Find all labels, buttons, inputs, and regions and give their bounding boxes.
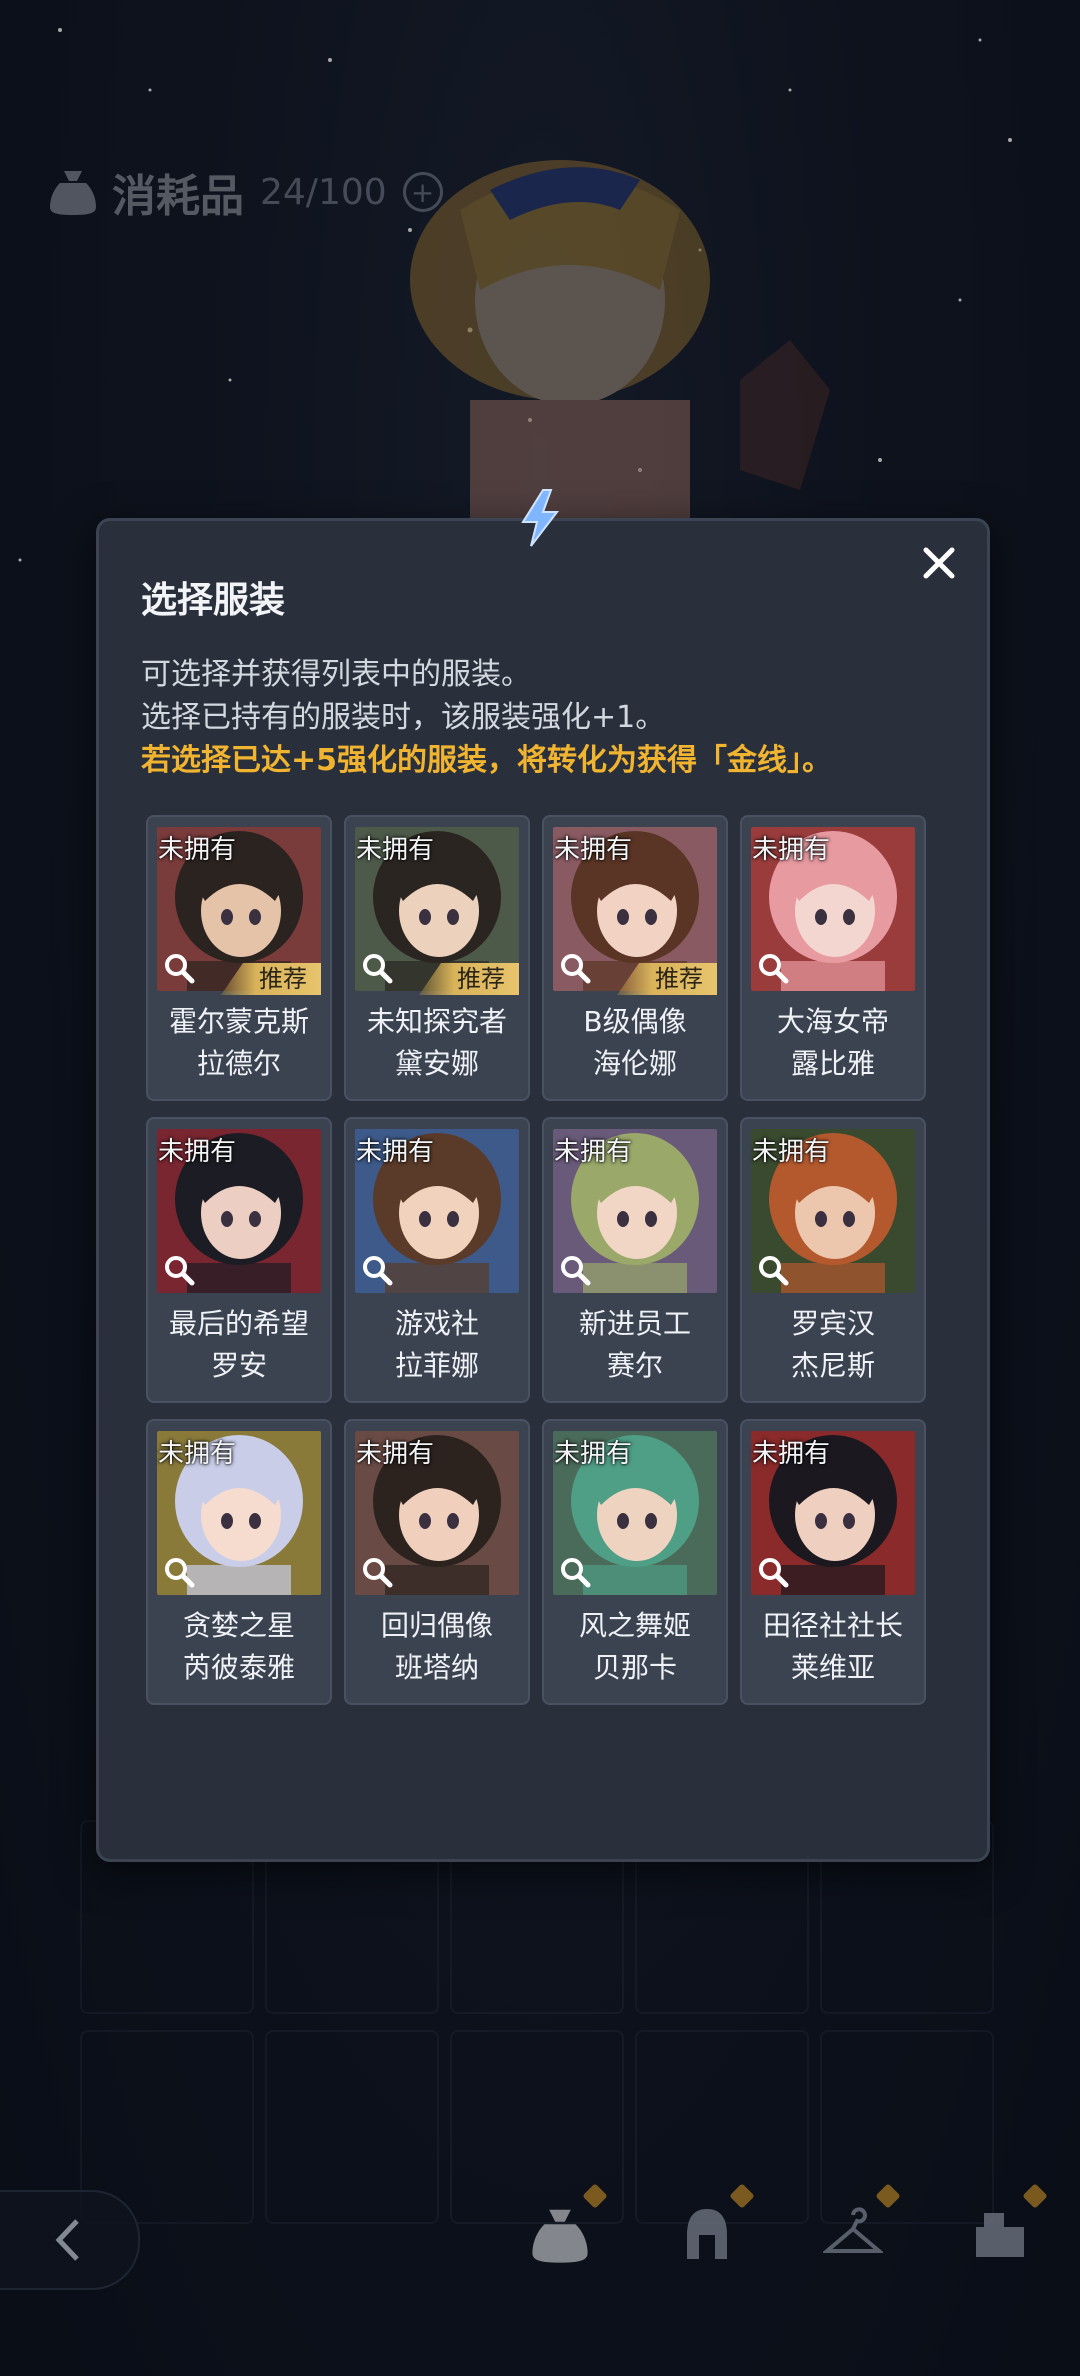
costume-name: 回归偶像 班塔纳 [346, 1605, 528, 1689]
description-highlight: 若选择已达+5强化的服装，将转化为获得「金线」。 [141, 743, 833, 778]
select-costume-dialog: 选择服装 可选择并获得列表中的服装。 选择已持有的服装时，该服装强化+1。 若选… [96, 518, 990, 1862]
unowned-label: 未拥有 [752, 835, 831, 865]
magnifier-icon[interactable] [756, 1555, 790, 1589]
dialog-description: 可选择并获得列表中的服装。 选择已持有的服装时，该服装强化+1。 若选择已达+5… [141, 653, 832, 782]
costume-card[interactable]: 未拥有大海女帝露比雅 [740, 815, 926, 1101]
costume-title: 新进员工 [578, 1307, 691, 1340]
costume-title: 未知探究者 [366, 1005, 507, 1038]
character-name: 芮彼泰雅 [182, 1651, 295, 1684]
costume-name: 霍尔蒙克斯 拉德尔 [148, 1001, 330, 1085]
costume-title: 最后的希望 [168, 1307, 309, 1340]
magnifier-icon[interactable] [162, 1253, 196, 1287]
costume-card[interactable]: 未拥有最后的希望罗安 [146, 1117, 332, 1403]
magnifier-icon[interactable] [558, 1555, 592, 1589]
character-name: 莱维亚 [790, 1651, 875, 1684]
magnifier-icon[interactable] [756, 1253, 790, 1287]
costume-title: 大海女帝 [776, 1005, 889, 1038]
character-name: 拉菲娜 [394, 1349, 479, 1382]
costume-name: 最后的希望 罗安 [148, 1303, 330, 1387]
close-icon [923, 547, 955, 579]
character-name: 杰尼斯 [790, 1349, 875, 1382]
unowned-label: 未拥有 [752, 1137, 831, 1167]
costume-card[interactable]: 未拥有贪婪之星芮彼泰雅 [146, 1419, 332, 1705]
costume-card[interactable]: 未拥有新进员工赛尔 [542, 1117, 728, 1403]
magnifier-icon[interactable] [360, 1555, 394, 1589]
unowned-label: 未拥有 [554, 1137, 633, 1167]
magnifier-icon[interactable] [558, 951, 592, 985]
costume-card[interactable]: 未拥有回归偶像班塔纳 [344, 1419, 530, 1705]
costume-title: B级偶像 [583, 1005, 687, 1038]
costume-title: 霍尔蒙克斯 [168, 1005, 309, 1038]
dialog-title: 选择服装 [141, 580, 286, 621]
character-name: 赛尔 [606, 1349, 663, 1382]
magnifier-icon[interactable] [558, 1253, 592, 1287]
character-name: 贝那卡 [592, 1651, 677, 1684]
costume-card[interactable]: 未拥有游戏社拉菲娜 [344, 1117, 530, 1403]
magnifier-icon[interactable] [360, 951, 394, 985]
unowned-label: 未拥有 [752, 1439, 831, 1469]
unowned-label: 未拥有 [356, 835, 435, 865]
costume-name: 未知探究者 黛安娜 [346, 1001, 528, 1085]
character-name: 海伦娜 [592, 1047, 677, 1080]
character-name: 罗安 [210, 1349, 267, 1382]
costume-title: 罗宾汉 [790, 1307, 875, 1340]
costume-card[interactable]: 未拥有 推荐 B级偶像 海伦娜 [542, 815, 728, 1101]
costume-name: 大海女帝 露比雅 [742, 1001, 924, 1085]
character-name: 露比雅 [790, 1047, 875, 1080]
costume-card[interactable]: 未拥有罗宾汉杰尼斯 [740, 1117, 926, 1403]
lightning-icon [521, 489, 560, 547]
character-name: 班塔纳 [394, 1651, 479, 1684]
costume-name: 风之舞姬 贝那卡 [544, 1605, 726, 1689]
costume-card[interactable]: 未拥有风之舞姬贝那卡 [542, 1419, 728, 1705]
costume-title: 贪婪之星 [182, 1609, 295, 1642]
costume-name: B级偶像海伦娜 [544, 1001, 726, 1085]
character-name: 黛安娜 [394, 1047, 479, 1080]
costume-title: 风之舞姬 [578, 1609, 691, 1642]
costume-name: 田径社社长 莱维亚 [742, 1605, 924, 1689]
costume-card[interactable]: 未拥有 推荐 霍尔蒙克斯 拉德尔 [146, 815, 332, 1101]
costume-title: 回归偶像 [380, 1609, 493, 1642]
costume-name: 新进员工 赛尔 [544, 1303, 726, 1387]
unowned-label: 未拥有 [356, 1439, 435, 1469]
costume-name: 游戏社 拉菲娜 [346, 1303, 528, 1387]
magnifier-icon[interactable] [756, 951, 790, 985]
unowned-label: 未拥有 [158, 835, 237, 865]
costume-card[interactable]: 未拥有田径社社长莱维亚 [740, 1419, 926, 1705]
magnifier-icon[interactable] [162, 951, 196, 985]
unowned-label: 未拥有 [554, 835, 633, 865]
costume-name: 贪婪之星 芮彼泰雅 [148, 1605, 330, 1689]
costume-title: 游戏社 [394, 1307, 479, 1340]
description-line: 选择已持有的服装时，该服装强化+1。 [141, 700, 666, 735]
unowned-label: 未拥有 [554, 1439, 633, 1469]
unowned-label: 未拥有 [158, 1137, 237, 1167]
description-line: 可选择并获得列表中的服装。 [141, 657, 531, 692]
magnifier-icon[interactable] [360, 1253, 394, 1287]
costume-card[interactable]: 未拥有 推荐 未知探究者 黛安娜 [344, 815, 530, 1101]
unowned-label: 未拥有 [356, 1137, 435, 1167]
unowned-label: 未拥有 [158, 1439, 237, 1469]
character-name: 拉德尔 [196, 1047, 281, 1080]
magnifier-icon[interactable] [162, 1555, 196, 1589]
costume-title: 田径社社长 [762, 1609, 903, 1642]
close-button[interactable] [915, 539, 963, 587]
costume-name: 罗宾汉 杰尼斯 [742, 1303, 924, 1387]
